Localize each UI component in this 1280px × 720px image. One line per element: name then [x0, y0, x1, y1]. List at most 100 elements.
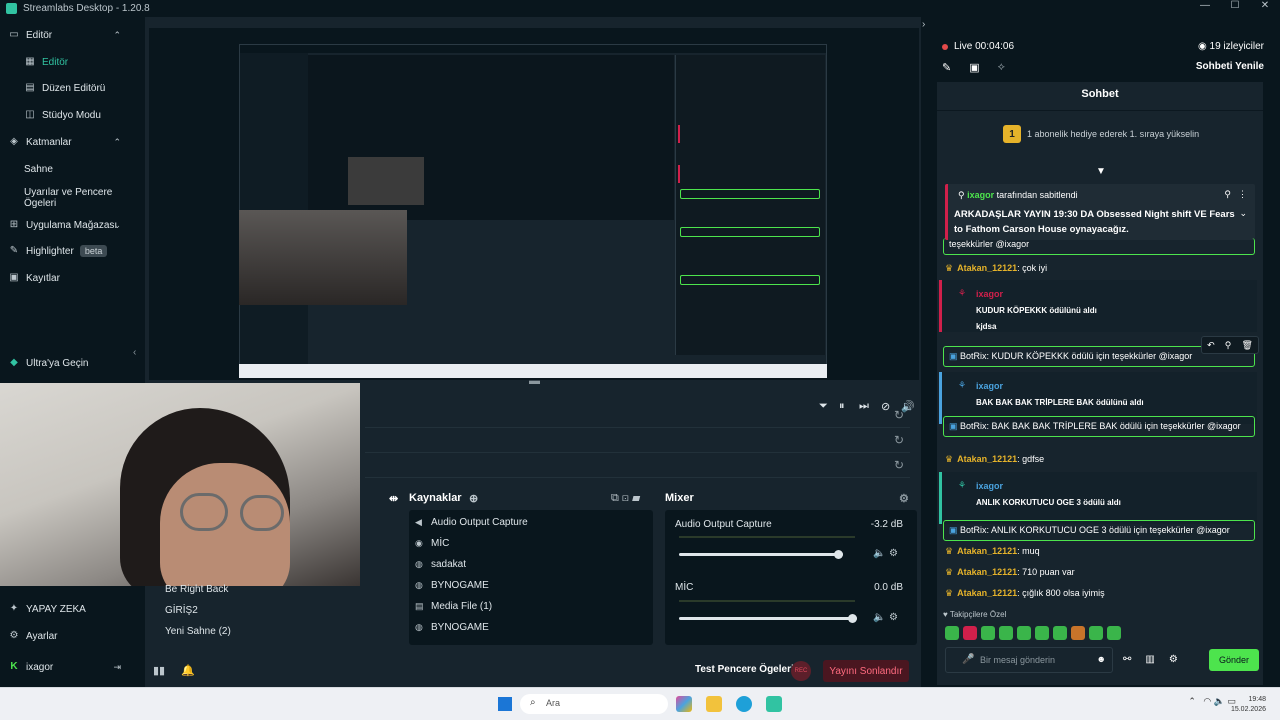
list-item[interactable]: Yeni Sahne (2) — [165, 626, 231, 637]
copilot-icon[interactable] — [676, 696, 692, 712]
gear-icon[interactable]: ⚙ — [1169, 654, 1178, 665]
refresh-chat-button[interactable]: Sohbeti Yenile — [1196, 61, 1264, 72]
gear-icon[interactable]: ⚙ — [889, 548, 898, 559]
chat-username[interactable]: Atakan_12121 — [957, 567, 1017, 577]
emote-icon[interactable] — [945, 626, 959, 640]
chat-username[interactable]: BotRix — [960, 421, 987, 431]
refresh-icon[interactable]: ↻ — [894, 458, 904, 472]
share-icon[interactable]: ⟡ — [998, 61, 1005, 74]
list-item[interactable]: Be Right Back — [165, 584, 228, 595]
gift-banner[interactable]: 1 1 abonelik hediye ederek 1. sıraya yüks… — [1003, 125, 1199, 143]
system-tray[interactable]: ⌃ ◠ 🔈 ▭ — [1188, 696, 1236, 707]
sidebar-item-editor[interactable]: ▦ Editör — [0, 52, 145, 72]
list-item[interactable]: ▤ Media File (1) — [415, 596, 492, 616]
streamlabs-taskbar-icon[interactable] — [766, 696, 782, 712]
sidebar-item-settings[interactable]: ⚙ Ayarlar — [0, 626, 145, 646]
taskbar-search[interactable]: ⌕ Ara — [520, 694, 668, 714]
mixer-settings-icon[interactable]: ⚙ — [899, 488, 909, 508]
store-icon[interactable]: ▥ — [1145, 654, 1154, 665]
emoji-icon[interactable]: ☻ — [1097, 654, 1106, 664]
edge-icon[interactable] — [736, 696, 752, 712]
table-row[interactable]: ↻ — [365, 429, 910, 453]
emote-icon[interactable] — [1053, 626, 1067, 640]
chat-message-input[interactable]: 🎤 Bir mesaj gönderin ☻ — [945, 647, 1113, 673]
table-row[interactable]: ↻ — [365, 454, 910, 478]
logout-icon[interactable]: ⇥ — [113, 662, 121, 673]
ultra-button[interactable]: ◆ Ultra'ya Geçin — [0, 353, 145, 373]
close-icon[interactable]: ✕ — [1250, 0, 1280, 11]
chat-username[interactable]: ixagor — [976, 289, 1003, 299]
sidebar-item-editor-group[interactable]: ▭ Editör ⌃ — [0, 25, 145, 45]
volume-icon[interactable]: 🔈 — [873, 612, 885, 623]
pin-icon[interactable]: ⚲ — [1225, 340, 1232, 351]
link-icon[interactable]: ⚯ — [1123, 654, 1131, 665]
emote-icon[interactable] — [1017, 626, 1031, 640]
list-item[interactable]: ◀ Audio Output Capture — [415, 512, 528, 532]
mic-icon[interactable]: 🎤 — [962, 654, 974, 665]
emote-icon[interactable] — [999, 626, 1013, 640]
emote-icon[interactable] — [1071, 626, 1085, 640]
sidebar-item-highlighter[interactable]: ✎ Highlighter beta — [0, 241, 145, 261]
slider-knob[interactable] — [848, 614, 857, 623]
sidebar-item-studio-mode[interactable]: ◫ Stüdyo Modu — [0, 105, 145, 125]
emote-icon[interactable] — [1089, 626, 1103, 640]
sidebar-item-layout-editor[interactable]: ▤ Düzen Editörü — [0, 78, 145, 98]
filter-icon[interactable]: ▼ — [1096, 166, 1106, 177]
volume-slider[interactable] — [679, 614, 857, 623]
sidebar-item-layers[interactable]: ◈ Katmanlar ⌃ — [0, 132, 145, 152]
slider-knob[interactable] — [833, 550, 843, 559]
windows-start-icon[interactable] — [498, 697, 512, 711]
list-item[interactable]: ◍ sadakat — [415, 554, 466, 574]
expand-chat-icon[interactable]: › — [922, 19, 925, 30]
gear-icon[interactable]: ⚙ — [889, 612, 898, 623]
chat-username[interactable]: Atakan_12121 — [957, 454, 1017, 464]
refresh-icon[interactable]: ↻ — [894, 408, 904, 422]
sources-collapse-icon[interactable]: ⇹ — [389, 488, 398, 508]
stream-preview[interactable] — [149, 28, 919, 380]
chevron-up-icon[interactable]: ⌃ — [1188, 696, 1196, 706]
end-stream-button[interactable]: Yayını Sonlandır — [823, 660, 909, 682]
table-row[interactable]: ↻ — [365, 404, 910, 428]
edit-icon[interactable]: ✎ — [942, 61, 951, 74]
chat-username[interactable]: Atakan_12121 — [957, 546, 1017, 556]
more-icon[interactable]: ⋮ — [1238, 189, 1247, 200]
stats-icon[interactable]: ▮▮ — [153, 664, 165, 677]
folder-icon[interactable]: ▣ — [969, 61, 979, 74]
refresh-icon[interactable]: ↻ — [894, 433, 904, 447]
list-item[interactable]: ◍ BYNOGAME — [415, 617, 489, 637]
maximize-icon[interactable]: ☐ — [1220, 0, 1250, 11]
volume-icon[interactable]: 🔈 — [1214, 696, 1225, 706]
volume-slider[interactable] — [679, 550, 843, 559]
chat-username[interactable]: ixagor — [976, 481, 1003, 491]
chat-username[interactable]: BotRix — [960, 525, 987, 535]
send-button[interactable]: Gönder — [1209, 649, 1259, 671]
wifi-icon[interactable]: ◠ — [1203, 696, 1211, 706]
sidebar-item-ai[interactable]: ✦ YAPAY ZEKA — [0, 599, 145, 619]
emote-icon[interactable] — [963, 626, 977, 640]
emote-icon[interactable] — [981, 626, 995, 640]
minimize-icon[interactable]: — — [1190, 0, 1220, 11]
unpin-icon[interactable]: ⚲ — [1224, 189, 1231, 200]
list-item[interactable]: ◉ MİC — [415, 533, 449, 553]
sidebar-item-account[interactable]: Kixagor ⇥ — [0, 657, 145, 677]
sidebar-item-recordings[interactable]: ▣ Kayıtlar — [0, 268, 145, 288]
drag-handle-icon[interactable]: ▬ — [529, 375, 540, 387]
sidebar-item-scene[interactable]: Sahne — [0, 159, 145, 179]
sidebar-item-app-store[interactable]: ⊞ Uygulama Mağazası ⌄ — [0, 215, 145, 235]
emote-icon[interactable] — [1035, 626, 1049, 640]
file-explorer-icon[interactable] — [706, 696, 722, 712]
volume-icon[interactable]: 🔈 — [873, 548, 885, 559]
chat-username[interactable]: BotRix — [960, 351, 987, 361]
list-item[interactable]: GİRİŞ2 — [165, 605, 198, 616]
undo-icon[interactable]: ↶ — [1207, 340, 1215, 351]
sidebar-item-alerts[interactable]: Uyarılar ve Pencere Ögeleri — [0, 185, 145, 211]
trash-icon[interactable]: 🗑 — [1241, 340, 1252, 351]
list-item[interactable]: ◍ BYNOGAME — [415, 575, 489, 595]
chat-username[interactable]: Atakan_12121 — [957, 263, 1017, 273]
test-widgets-button[interactable]: Test Pencere Ögeleri — [695, 664, 794, 675]
chat-username[interactable]: Atakan_12121 — [957, 588, 1017, 598]
add-source-icon[interactable]: ⊕ — [469, 488, 478, 508]
rec-button[interactable]: REC — [791, 661, 811, 681]
emote-icon[interactable] — [1107, 626, 1121, 640]
notification-icon[interactable]: 🔔 — [181, 664, 195, 677]
